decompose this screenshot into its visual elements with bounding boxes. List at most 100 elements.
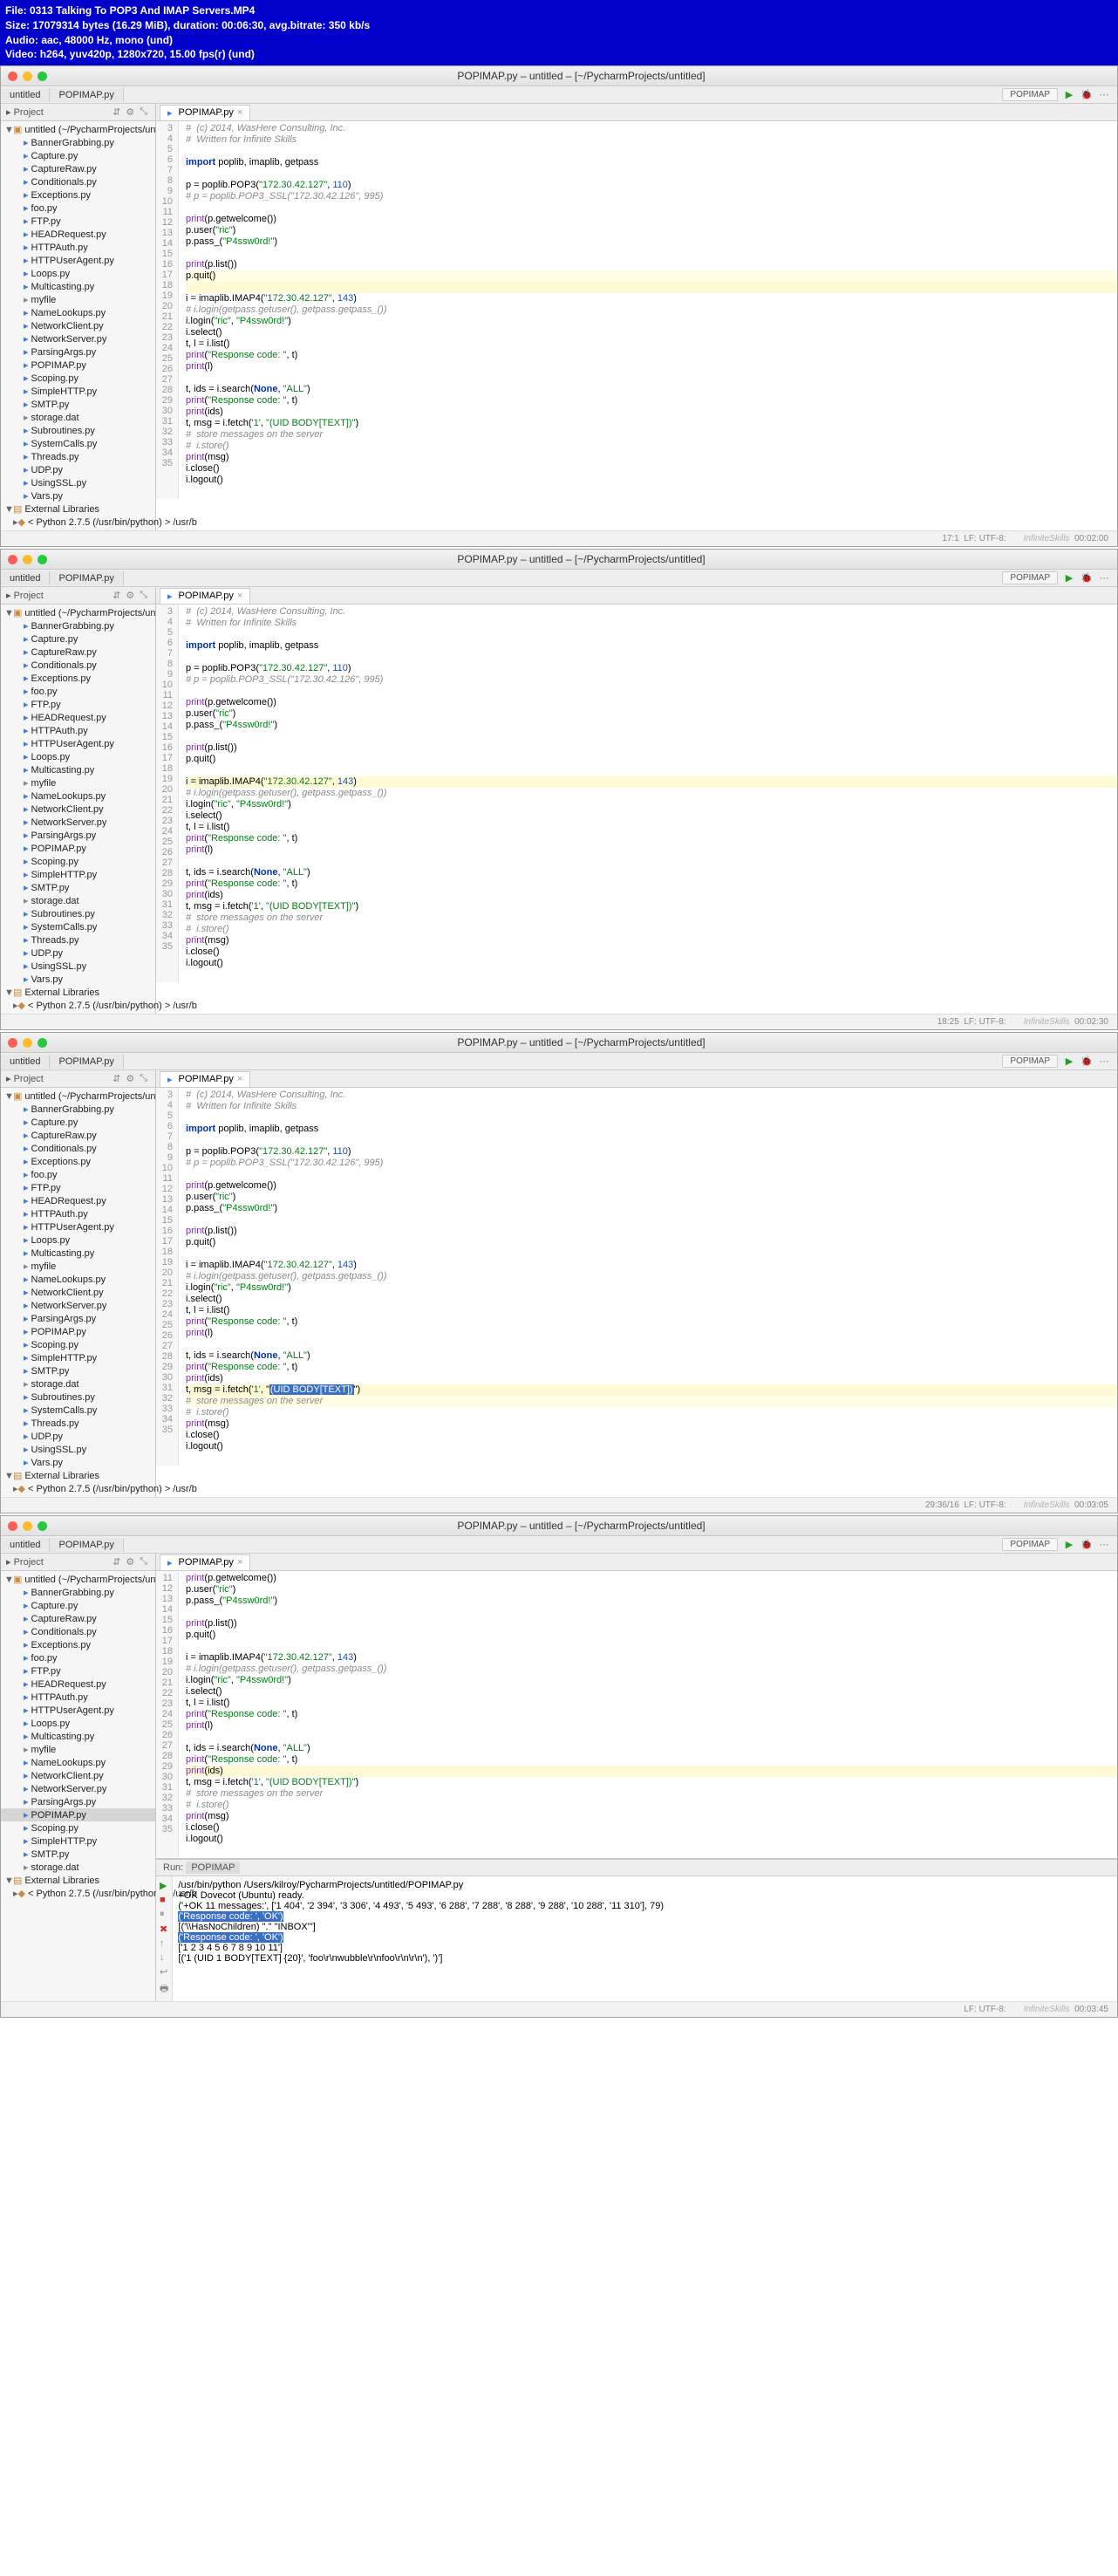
close-window-icon[interactable] — [8, 1038, 17, 1048]
file-bannergrabbing-py[interactable]: ▸BannerGrabbing.py — [1, 619, 155, 632]
file-httpauth-py[interactable]: ▸HTTPAuth.py — [1, 1691, 155, 1704]
file-capture-py[interactable]: ▸Capture.py — [1, 149, 155, 162]
hide-icon[interactable]: ⤡ — [137, 106, 150, 118]
wrap-icon[interactable]: ↩ — [160, 1966, 168, 1978]
run-icon[interactable]: ▶ — [1063, 572, 1075, 584]
more-icon[interactable]: ⋯ — [1098, 1056, 1110, 1068]
debug-icon[interactable]: 🐞 — [1081, 1539, 1093, 1551]
file-foo-py[interactable]: ▸foo.py — [1, 685, 155, 698]
python-interpreter[interactable]: ▸◆< Python 2.7.5 (/usr/bin/python) > /us… — [1, 999, 155, 1012]
file-multicasting-py[interactable]: ▸Multicasting.py — [1, 763, 155, 776]
file-namelookups-py[interactable]: ▸NameLookups.py — [1, 1273, 155, 1286]
file-captureraw-py[interactable]: ▸CaptureRaw.py — [1, 1612, 155, 1625]
file-systemcalls-py[interactable]: ▸SystemCalls.py — [1, 437, 155, 450]
file-systemcalls-py[interactable]: ▸SystemCalls.py — [1, 1404, 155, 1417]
code-editor[interactable]: 3456789101112131415161718192021222324252… — [156, 605, 1117, 982]
file-usingssl-py[interactable]: ▸UsingSSL.py — [1, 960, 155, 973]
file-vars-py[interactable]: ▸Vars.py — [1, 1456, 155, 1469]
code-area[interactable]: # (c) 2014, WasHere Consulting, Inc.# Wr… — [179, 121, 1117, 499]
file-subroutines-py[interactable]: ▸Subroutines.py — [1, 907, 155, 920]
minimize-window-icon[interactable] — [23, 72, 32, 81]
file-headrequest-py[interactable]: ▸HEADRequest.py — [1, 228, 155, 241]
close-run-icon[interactable]: ✖ — [160, 1923, 168, 1935]
project-root[interactable]: ▼▣untitled (~/PycharmProjects/untitled) — [1, 1090, 155, 1103]
file-capture-py[interactable]: ▸Capture.py — [1, 632, 155, 646]
file-headrequest-py[interactable]: ▸HEADRequest.py — [1, 711, 155, 724]
file-loops-py[interactable]: ▸Loops.py — [1, 1717, 155, 1730]
file-myfile[interactable]: ▸myfile — [1, 1743, 155, 1756]
zoom-window-icon[interactable] — [37, 1521, 47, 1531]
collapse-icon[interactable]: ⇵ — [110, 590, 123, 601]
file-vars-py[interactable]: ▸Vars.py — [1, 973, 155, 986]
file-storage-dat[interactable]: ▸storage.dat — [1, 894, 155, 907]
file-captureraw-py[interactable]: ▸CaptureRaw.py — [1, 646, 155, 659]
file-popimap-py[interactable]: ▸POPIMAP.py — [1, 1808, 155, 1821]
breadcrumb-file[interactable]: POPIMAP.py — [50, 88, 123, 102]
file-networkserver-py[interactable]: ▸NetworkServer.py — [1, 816, 155, 829]
run-icon[interactable]: ▶ — [1063, 89, 1075, 101]
file-loops-py[interactable]: ▸Loops.py — [1, 750, 155, 763]
file-networkclient-py[interactable]: ▸NetworkClient.py — [1, 319, 155, 332]
collapse-icon[interactable]: ⇵ — [110, 1073, 123, 1084]
file-udp-py[interactable]: ▸UDP.py — [1, 463, 155, 476]
more-icon[interactable]: ⋯ — [1098, 572, 1110, 584]
file-networkserver-py[interactable]: ▸NetworkServer.py — [1, 1782, 155, 1795]
project-root[interactable]: ▼▣untitled (~/PycharmProjects/untitled) — [1, 1573, 155, 1586]
file-multicasting-py[interactable]: ▸Multicasting.py — [1, 1247, 155, 1260]
file-ftp-py[interactable]: ▸FTP.py — [1, 1664, 155, 1677]
file-networkclient-py[interactable]: ▸NetworkClient.py — [1, 1769, 155, 1782]
file-headrequest-py[interactable]: ▸HEADRequest.py — [1, 1677, 155, 1691]
gear-icon[interactable]: ⚙ — [123, 106, 137, 118]
file-threads-py[interactable]: ▸Threads.py — [1, 1417, 155, 1430]
file-exceptions-py[interactable]: ▸Exceptions.py — [1, 188, 155, 202]
file-httpuseragent-py[interactable]: ▸HTTPUserAgent.py — [1, 737, 155, 750]
breadcrumb-file[interactable]: POPIMAP.py — [50, 571, 123, 585]
file-conditionals-py[interactable]: ▸Conditionals.py — [1, 1625, 155, 1638]
file-httpauth-py[interactable]: ▸HTTPAuth.py — [1, 724, 155, 737]
run-output[interactable]: /usr/bin/python /Users/kilroy/PycharmPro… — [173, 1876, 1117, 2001]
gear-icon[interactable]: ⚙ — [123, 1073, 137, 1084]
external-libraries[interactable]: ▼▤External Libraries — [1, 1469, 155, 1482]
file-foo-py[interactable]: ▸foo.py — [1, 1651, 155, 1664]
file-captureraw-py[interactable]: ▸CaptureRaw.py — [1, 162, 155, 175]
file-scoping-py[interactable]: ▸Scoping.py — [1, 855, 155, 868]
gear-icon[interactable]: ⚙ — [123, 590, 137, 601]
file-simplehttp-py[interactable]: ▸SimpleHTTP.py — [1, 385, 155, 398]
pause-icon[interactable]: ⏸ — [160, 1909, 168, 1920]
debug-icon[interactable]: 🐞 — [1081, 1056, 1093, 1068]
file-myfile[interactable]: ▸myfile — [1, 776, 155, 789]
run-config-dropdown[interactable]: POPIMAP — [1002, 88, 1058, 101]
file-networkserver-py[interactable]: ▸NetworkServer.py — [1, 332, 155, 345]
close-window-icon[interactable] — [8, 1521, 17, 1531]
file-storage-dat[interactable]: ▸storage.dat — [1, 1861, 155, 1874]
file-captureraw-py[interactable]: ▸CaptureRaw.py — [1, 1129, 155, 1142]
file-networkserver-py[interactable]: ▸NetworkServer.py — [1, 1299, 155, 1312]
external-libraries[interactable]: ▼▤External Libraries — [1, 502, 155, 516]
file-httpuseragent-py[interactable]: ▸HTTPUserAgent.py — [1, 1220, 155, 1233]
file-popimap-py[interactable]: ▸POPIMAP.py — [1, 1325, 155, 1338]
hide-icon[interactable]: ⤡ — [137, 1556, 150, 1568]
file-vars-py[interactable]: ▸Vars.py — [1, 489, 155, 502]
breadcrumb-file[interactable]: POPIMAP.py — [50, 1055, 123, 1069]
code-editor[interactable]: 1112131415161718192021222324252627282930… — [156, 1571, 1117, 1858]
code-editor[interactable]: 3456789101112131415161718192021222324252… — [156, 121, 1117, 499]
stop-icon[interactable]: ■ — [160, 1895, 168, 1905]
minimize-window-icon[interactable] — [23, 1521, 32, 1531]
run-icon[interactable]: ▶ — [1063, 1539, 1075, 1551]
file-exceptions-py[interactable]: ▸Exceptions.py — [1, 1155, 155, 1168]
file-threads-py[interactable]: ▸Threads.py — [1, 933, 155, 946]
file-storage-dat[interactable]: ▸storage.dat — [1, 411, 155, 424]
file-ftp-py[interactable]: ▸FTP.py — [1, 1181, 155, 1194]
file-namelookups-py[interactable]: ▸NameLookups.py — [1, 306, 155, 319]
close-window-icon[interactable] — [8, 555, 17, 564]
file-bannergrabbing-py[interactable]: ▸BannerGrabbing.py — [1, 1103, 155, 1116]
file-capture-py[interactable]: ▸Capture.py — [1, 1116, 155, 1129]
file-capture-py[interactable]: ▸Capture.py — [1, 1599, 155, 1612]
file-exceptions-py[interactable]: ▸Exceptions.py — [1, 672, 155, 685]
gear-icon[interactable]: ⚙ — [123, 1556, 137, 1568]
debug-icon[interactable]: 🐞 — [1081, 89, 1093, 101]
file-simplehttp-py[interactable]: ▸SimpleHTTP.py — [1, 868, 155, 881]
file-myfile[interactable]: ▸myfile — [1, 1260, 155, 1273]
up-icon[interactable]: ↑ — [160, 1938, 168, 1949]
print-icon[interactable]: 🖶 — [160, 1981, 168, 1998]
